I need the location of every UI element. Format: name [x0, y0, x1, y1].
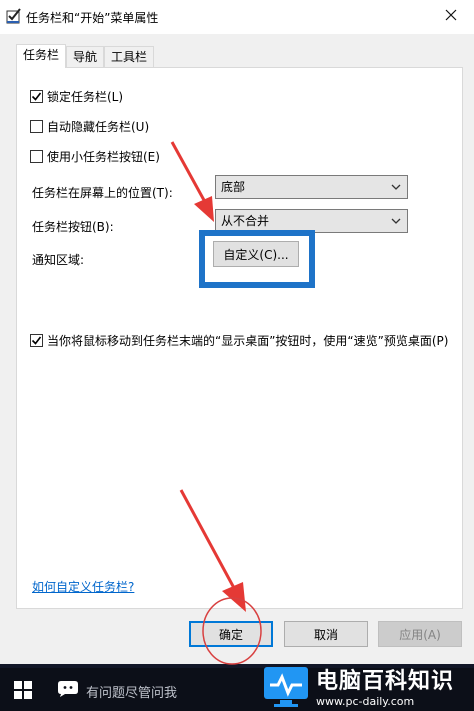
close-button[interactable]: [428, 0, 474, 32]
tab-taskbar[interactable]: 任务栏: [16, 44, 67, 68]
watermark-title: 电脑百科知识: [316, 669, 455, 694]
combine-value: 从不合并: [221, 214, 270, 228]
lock-taskbar-checkbox[interactable]: [30, 90, 43, 103]
watermark-url: www.pc-daily.com: [316, 695, 415, 708]
ok-button[interactable]: 确定: [189, 621, 273, 647]
window-title: 任务栏和“开始”菜单属性: [26, 11, 159, 25]
lock-taskbar-option[interactable]: 锁定任务栏(L): [30, 88, 123, 105]
close-icon: [445, 9, 457, 24]
tab-toolbars[interactable]: 工具栏: [104, 46, 155, 68]
autohide-option[interactable]: 自动隐藏任务栏(U): [30, 118, 149, 135]
chevron-down-icon: [391, 218, 401, 224]
autohide-label: 自动隐藏任务栏(U): [47, 120, 150, 134]
title-bar[interactable]: 任务栏和“开始”菜单属性: [0, 0, 474, 34]
check-icon: [31, 92, 42, 101]
cancel-button[interactable]: 取消: [284, 621, 368, 647]
help-link[interactable]: 如何自定义任务栏?: [32, 578, 134, 595]
taskbar-properties-icon: [6, 7, 22, 25]
chevron-down-icon: [391, 184, 401, 190]
search-box[interactable]: 有问题尽管问我: [86, 682, 177, 701]
tab-navigation[interactable]: 导航: [66, 46, 105, 68]
buttons-label: 任务栏按钮(B):: [32, 220, 114, 234]
watermark: 电脑百科知识 www.pc-daily.com: [262, 660, 474, 711]
check-icon: [31, 336, 42, 345]
peek-label: 当你将鼠标移动到任务栏末端的“显示桌面”按钮时，使用“速览”预览桌面(P): [47, 334, 449, 348]
peek-option[interactable]: 当你将鼠标移动到任务栏末端的“显示桌面”按钮时，使用“速览”预览桌面(P): [30, 332, 448, 349]
autohide-checkbox[interactable]: [30, 120, 43, 133]
lock-taskbar-label: 锁定任务栏(L): [47, 90, 124, 104]
small-buttons-option[interactable]: 使用小任务栏按钮(E): [30, 148, 160, 165]
monitor-logo-icon: [262, 663, 310, 709]
position-label: 任务栏在屏幕上的位置(T):: [32, 186, 173, 200]
tab-strip: 任务栏 导航 工具栏: [16, 44, 155, 68]
small-buttons-checkbox[interactable]: [30, 150, 43, 163]
apply-button: 应用(A): [378, 621, 462, 647]
windows-start-icon[interactable]: [14, 681, 32, 699]
cortana-icon[interactable]: [56, 680, 80, 698]
dialog-window: 任务栏和“开始”菜单属性 任务栏 导航 工具栏 锁定任务栏(L) 自动隐藏任务栏…: [0, 0, 474, 664]
small-buttons-label: 使用小任务栏按钮(E): [47, 150, 160, 164]
combine-select[interactable]: 从不合并: [215, 209, 408, 233]
position-value: 底部: [221, 180, 246, 194]
notification-label: 通知区域:: [32, 253, 85, 267]
peek-checkbox[interactable]: [30, 334, 43, 347]
customize-button[interactable]: 自定义(C)...: [213, 241, 299, 267]
position-select[interactable]: 底部: [215, 175, 408, 199]
